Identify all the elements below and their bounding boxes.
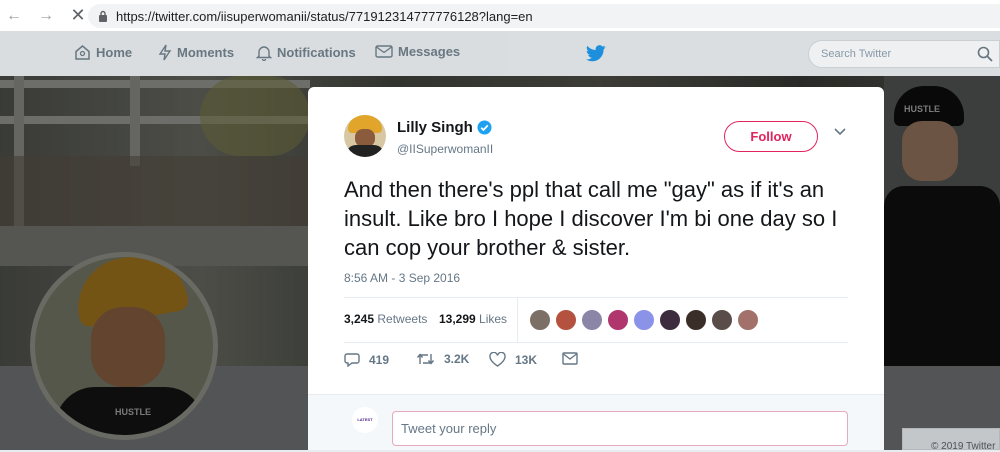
direct-message-button[interactable]	[562, 352, 587, 365]
liker-avatar[interactable]	[555, 309, 577, 331]
author-handle[interactable]: @IISuperwomanII	[397, 142, 493, 156]
lock-icon	[99, 10, 107, 22]
nav-home[interactable]: Home	[74, 44, 132, 61]
liker-avatar[interactable]	[633, 309, 655, 331]
back-icon[interactable]: ←	[2, 7, 26, 25]
nav-notifications[interactable]: Notifications	[256, 44, 356, 61]
search-icon[interactable]	[977, 46, 993, 62]
likes-stat[interactable]: 13,299 Likes	[439, 312, 507, 326]
liker-avatar[interactable]	[581, 309, 603, 331]
author-avatar[interactable]	[344, 115, 386, 157]
url-text: https://twitter.com/iisuperwomanii/statu…	[116, 8, 533, 24]
envelope-icon	[375, 45, 393, 58]
current-user-avatar[interactable]: LATEST	[352, 407, 378, 433]
retweet-button[interactable]: 3.2K	[416, 352, 469, 366]
tweet-timestamp[interactable]: 8:56 AM - 3 Sep 2016	[344, 271, 460, 285]
liker-avatar[interactable]	[659, 309, 681, 331]
tweet-actions: 419 3.2K 13K	[344, 349, 644, 373]
browser-toolbar: ← → ✕ https://twitter.com/iisuperwomanii…	[0, 0, 1000, 32]
twitter-bird-logo[interactable]	[586, 45, 606, 62]
reply-composer: LATEST Tweet your reply	[308, 394, 884, 450]
home-icon	[75, 45, 90, 60]
nav-moments[interactable]: Moments	[158, 44, 234, 61]
address-bar[interactable]: https://twitter.com/iisuperwomanii/statu…	[88, 4, 1000, 28]
bell-icon	[256, 46, 272, 61]
liker-avatar[interactable]	[737, 309, 759, 331]
stats-divider	[517, 298, 518, 342]
author-name[interactable]: Lilly Singh	[397, 119, 492, 136]
retweet-icon	[416, 353, 435, 365]
liker-avatar[interactable]	[529, 309, 551, 331]
reply-input[interactable]: Tweet your reply	[392, 411, 848, 446]
search-input[interactable]: Search Twitter	[808, 40, 1000, 68]
envelope-icon	[562, 352, 578, 365]
tweet-text: And then there's ppl that call me "gay" …	[344, 177, 838, 260]
liker-avatar[interactable]	[685, 309, 707, 331]
footer-copyright: © 2019 Twitter	[902, 428, 1000, 452]
retweets-stat[interactable]: 3,245 Retweets	[344, 312, 427, 326]
liker-avatar[interactable]	[607, 309, 629, 331]
lightning-icon	[158, 44, 172, 61]
liker-avatar[interactable]	[711, 309, 733, 331]
reply-button[interactable]: 419	[344, 352, 389, 367]
verified-badge-icon	[477, 120, 492, 135]
like-button[interactable]: 13K	[489, 352, 537, 367]
heart-icon	[489, 352, 506, 367]
tweet-stats: 3,245 Retweets 13,299 Likes	[344, 297, 848, 343]
forward-icon[interactable]: →	[34, 7, 58, 25]
reply-icon	[344, 353, 360, 367]
follow-button[interactable]: Follow	[724, 121, 818, 152]
tweet-permalink-modal: Lilly Singh @IISuperwomanII Follow And t…	[308, 87, 884, 450]
chevron-down-icon[interactable]	[834, 127, 846, 137]
nav-messages[interactable]: Messages	[375, 44, 460, 59]
stop-loading-icon[interactable]: ✕	[66, 5, 90, 26]
